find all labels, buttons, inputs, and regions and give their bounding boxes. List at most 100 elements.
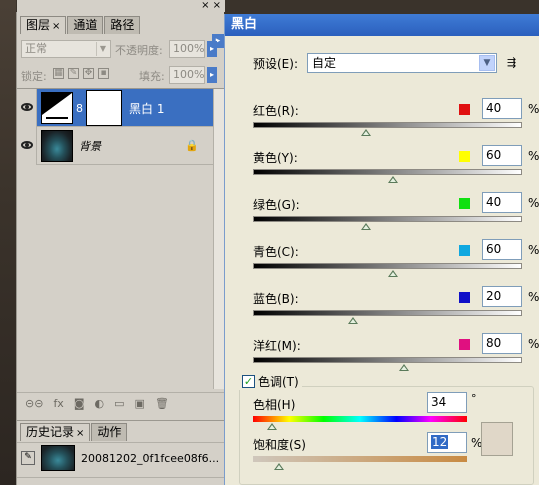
visibility-toggle[interactable] [17,127,37,165]
channel-slider-track[interactable] [253,169,522,175]
saturation-value: 12 [431,435,449,449]
tab-channels[interactable]: 通道 [67,16,104,34]
layer-row-black-white[interactable]: 8 黑白 1 [17,89,213,127]
link-layers-icon[interactable]: ⊝⊝ [25,397,43,410]
visibility-toggle[interactable] [17,89,37,127]
channel-slider-thumb[interactable] [348,317,358,324]
channel-slider-row: 蓝色(B): 20% [253,286,539,336]
tab-actions[interactable]: 动作 [91,423,128,441]
layer-mask-thumbnail[interactable] [86,90,122,126]
lock-position-icon[interactable]: ✥ [83,68,94,79]
lock-transparency-icon[interactable]: ▦ [53,68,64,79]
preset-label: 预设(E): [253,57,298,71]
opacity-value: 100% [173,42,205,55]
channel-slider-thumb[interactable] [388,176,398,183]
blend-mode-value: 正常 [25,42,47,55]
saturation-label: 饱和度(S) [253,438,306,452]
channel-slider-thumb[interactable] [388,270,398,277]
new-group-icon[interactable]: ▭ [114,397,124,410]
channel-value-input[interactable]: 60 [482,239,522,260]
channel-slider-row: 青色(C): 60% [253,239,539,289]
checkbox-icon[interactable]: ✓ [242,375,255,388]
channel-label: 红色(R): [253,104,299,118]
tab-layers-label: 图层 [26,18,51,32]
percent-unit: % [528,149,539,163]
hue-input[interactable]: 34 [427,392,467,413]
preset-value: 自定 [312,56,337,70]
lock-label: 锁定: [21,70,47,83]
channel-value: 40 [486,101,502,115]
channel-label: 绿色(G): [253,198,300,212]
fill-arrow-icon[interactable]: ▸ [207,67,217,83]
channel-slider-thumb[interactable] [361,129,371,136]
tab-close-icon[interactable]: × [52,21,60,32]
channel-value: 80 [486,336,502,350]
channel-slider-track[interactable] [253,216,522,222]
panel-close-icon[interactable]: × × [201,0,221,11]
degree-unit: ° [471,392,477,405]
history-step[interactable]: 打开 [17,477,225,485]
channel-slider-thumb[interactable] [361,223,371,230]
lock-icons: ▦ ✎ ✥ ▪ [53,68,109,79]
channel-slider-row: 黄色(Y): 60% [253,145,539,195]
percent-unit: % [528,290,539,304]
tab-layers[interactable]: 图层 × [20,16,67,34]
preset-select[interactable]: 自定 ▼ [307,53,497,73]
channel-color-swatch [459,292,470,303]
history-brush-icon[interactable]: ✎ [21,451,35,465]
lock-all-icon[interactable]: ▪ [98,68,109,79]
channel-value-input[interactable]: 80 [482,333,522,354]
fx-icon[interactable]: fx [53,397,63,410]
opacity-arrow-icon[interactable]: ▸ [207,41,217,57]
channel-value-input[interactable]: 40 [482,98,522,119]
adjustment-layer-thumbnail [41,92,73,124]
tint-checkbox[interactable]: ✓ 色调(T) [239,373,302,390]
history-snapshot[interactable]: ✎ 20081202_0f1fcee08f6... [17,442,225,474]
hue-slider-thumb[interactable] [267,423,277,430]
adjustment-body: 预设(E): 自定 ▼ ⇶ 红色(R): 40% 黄色(Y): 60% 绿色(G): 40… [225,36,539,485]
channel-slider-thumb[interactable] [399,364,409,371]
channel-slider-track[interactable] [253,357,522,363]
tab-paths[interactable]: 路径 [104,16,141,34]
channel-color-swatch [459,339,470,350]
hue-value: 34 [431,395,447,409]
opacity-input[interactable]: 100% [169,40,205,58]
saturation-input[interactable]: 12 [427,432,467,453]
tab-close-icon[interactable]: × [76,428,84,439]
layer-name: 黑白 1 [129,102,165,116]
layer-name: 背景 [79,140,101,153]
percent-unit: % [528,102,539,116]
channel-label: 青色(C): [253,245,299,259]
fill-input[interactable]: 100% [169,66,205,84]
channel-slider-track[interactable] [253,122,522,128]
channel-value-input[interactable]: 60 [482,145,522,166]
percent-unit: % [528,337,539,351]
hue-label: 色相(H) [253,398,296,412]
preset-menu-icon[interactable]: ⇶ [507,56,516,69]
add-mask-icon[interactable]: ◙ [74,397,85,410]
channel-slider-track[interactable] [253,263,522,269]
fill-label: 填充: [139,70,165,83]
background-image [0,0,16,485]
trash-icon[interactable]: 🗑 [155,397,169,410]
hue-slider-track[interactable] [253,416,467,422]
tint-color-swatch[interactable] [481,422,513,456]
layer-row-background[interactable]: 背景 🔒 [17,127,213,165]
panel-title-strip: × × [17,0,225,12]
layers-tabs: 图层 × 通道 路径 [20,16,141,34]
channel-slider-track[interactable] [253,310,522,316]
layers-footer: ⊝⊝ fx ◙ ◐ ▭ ▣ 🗑 [17,392,225,414]
blend-mode-select[interactable]: 正常 ▼ [21,40,111,58]
saturation-slider-track[interactable] [253,456,467,462]
percent-unit: % [528,243,539,257]
lock-pixels-icon[interactable]: ✎ [68,68,79,79]
new-layer-icon[interactable]: ▣ [135,397,145,410]
adjustment-icon[interactable]: ◐ [95,397,105,410]
tab-history[interactable]: 历史记录 × [20,423,91,441]
channel-value-input[interactable]: 40 [482,192,522,213]
channel-color-swatch [459,198,470,209]
lock-icon: 🔒 [185,139,199,152]
link-icon: 8 [76,102,83,115]
saturation-slider-thumb[interactable] [274,463,284,470]
channel-value-input[interactable]: 20 [482,286,522,307]
